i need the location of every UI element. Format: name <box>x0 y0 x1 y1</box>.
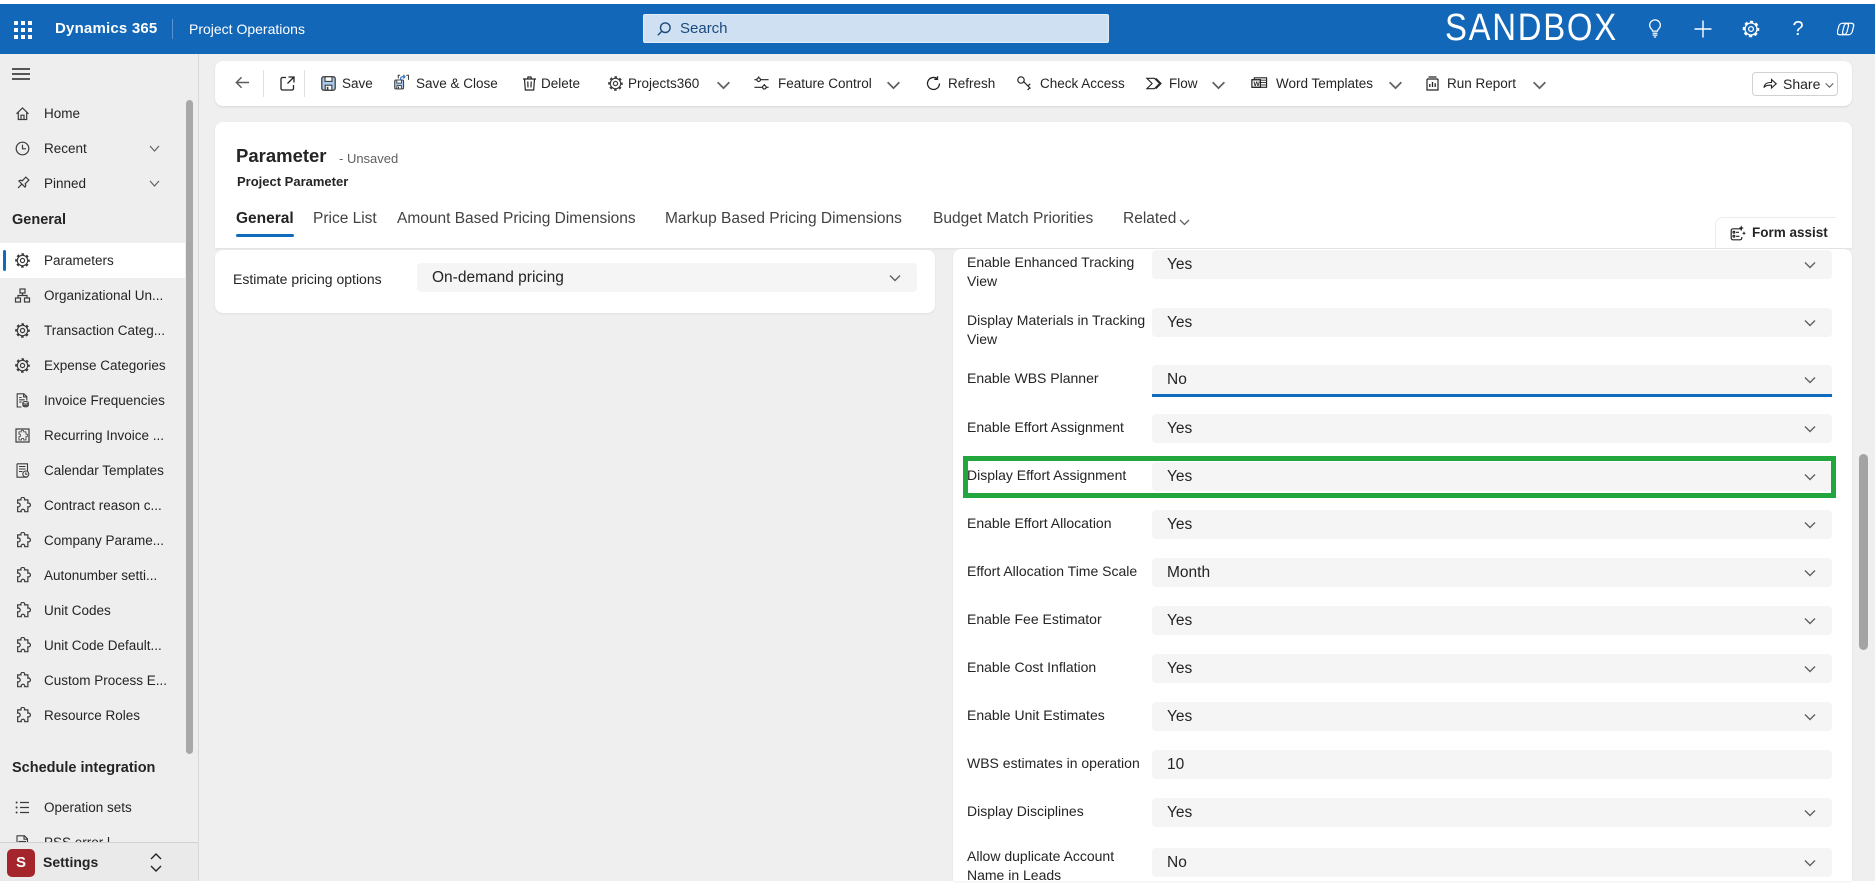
svg-text:W: W <box>1254 81 1261 88</box>
